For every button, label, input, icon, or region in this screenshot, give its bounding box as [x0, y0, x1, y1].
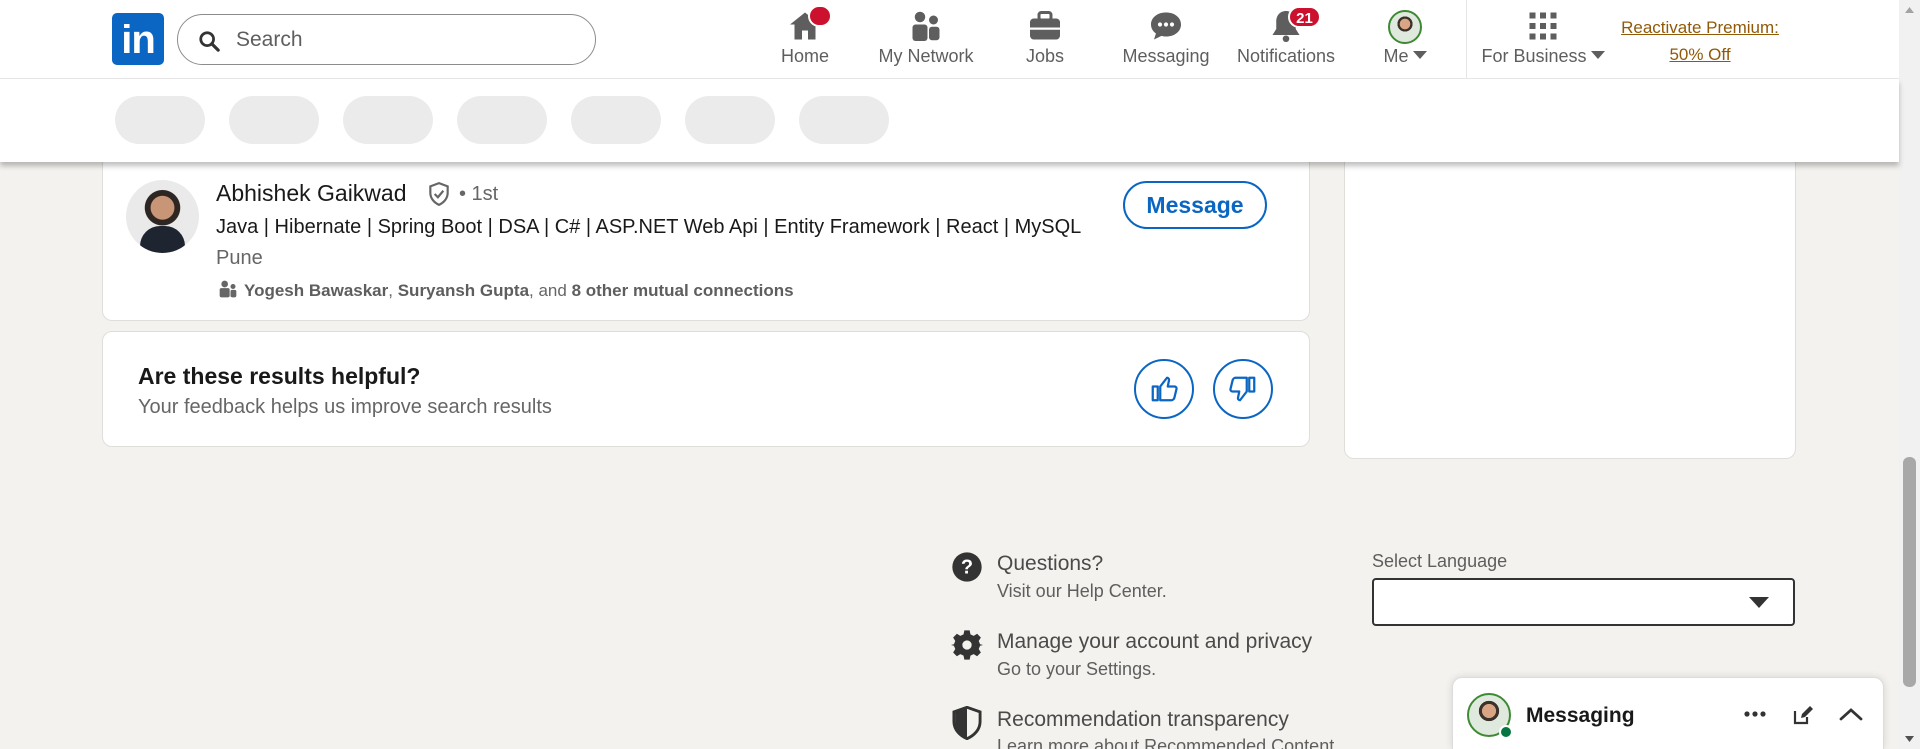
nav-jobs-label: Jobs [1025, 46, 1065, 66]
search-icon [199, 31, 220, 52]
footer-questions-link[interactable]: Questions? [997, 552, 1103, 576]
mutual-name-2[interactable]: Suryansh Gupta [398, 281, 529, 300]
online-status-dot [1499, 725, 1513, 739]
profile-photo[interactable] [126, 180, 199, 253]
footer-recommendation-sub: Learn more about Recommended Content. [997, 736, 1340, 749]
nav-notifications[interactable]: 21 Notifications [1234, 0, 1338, 79]
nav-my-network-label: My Network [878, 46, 974, 66]
search-box[interactable] [177, 14, 596, 65]
result-name[interactable]: Abhishek Gaikwad [216, 180, 407, 207]
nav-home-label: Home [780, 46, 829, 66]
mutual-others[interactable]: 8 other mutual connections [572, 281, 794, 300]
select-language-label: Select Language [1372, 551, 1508, 571]
caret-down-icon [1590, 51, 1605, 59]
filter-pill[interactable] [685, 96, 775, 144]
mutual-sep-1: , [388, 281, 398, 300]
filter-pill[interactable] [457, 96, 547, 144]
verified-shield-icon [429, 182, 449, 207]
language-select[interactable] [1372, 578, 1795, 626]
filter-pill[interactable] [571, 96, 661, 144]
filter-pill[interactable] [799, 96, 889, 144]
scroll-down-arrow-icon[interactable] [1899, 731, 1920, 747]
home-notification-dot [808, 5, 832, 27]
nav-for-business[interactable]: For Business [1480, 0, 1606, 79]
shield-icon [952, 706, 982, 740]
linkedin-logo[interactable]: in [112, 13, 164, 65]
nav-divider [1466, 0, 1467, 79]
right-rail-card [1344, 140, 1796, 459]
feedback-subtitle: Your feedback helps us improve search re… [138, 396, 552, 418]
nav-my-network[interactable]: My Network [870, 0, 982, 79]
message-button[interactable]: Message [1123, 181, 1267, 229]
nav-messaging[interactable]: Messaging [1118, 0, 1214, 79]
gear-icon [951, 630, 983, 660]
messaging-dock[interactable]: Messaging [1452, 677, 1884, 749]
search-input[interactable] [236, 26, 576, 54]
nav-messaging-label: Messaging [1122, 46, 1210, 66]
premium-line-2: 50% Off [1669, 45, 1731, 64]
chevron-down-icon [1749, 597, 1769, 608]
svg-text:?: ? [961, 557, 973, 579]
reactivate-premium-link[interactable]: Reactivate Premium: 50% Off [1608, 14, 1792, 68]
caret-down-icon [1412, 51, 1427, 59]
mutual-sep-2: , and [529, 281, 572, 300]
mutual-name-1[interactable]: Yogesh Bawaskar [244, 281, 388, 300]
nav-home[interactable]: Home [770, 0, 840, 79]
notifications-badge: 21 [1288, 6, 1321, 28]
question-icon: ? [952, 552, 982, 582]
nav-me[interactable]: Me [1372, 0, 1438, 79]
nav-jobs[interactable]: Jobs [1010, 0, 1080, 79]
nav-me-label: Me [1383, 46, 1409, 66]
me-avatar [1388, 10, 1422, 44]
thumbs-up-button[interactable] [1134, 359, 1194, 419]
search-filter-bar [0, 79, 1899, 162]
thumbs-up-icon [1151, 376, 1178, 402]
network-icon [912, 11, 940, 41]
nav-notifications-label: Notifications [1236, 46, 1336, 66]
filter-pill[interactable] [115, 96, 205, 144]
grid-icon [1529, 12, 1557, 40]
footer-questions-sub: Visit our Help Center. [997, 581, 1167, 601]
messaging-icon [1151, 12, 1181, 40]
messaging-dock-title: Messaging [1526, 704, 1635, 727]
scroll-up-arrow-icon[interactable] [1899, 2, 1920, 18]
thumbs-down-button[interactable] [1213, 359, 1273, 419]
footer-account-privacy-link[interactable]: Manage your account and privacy [997, 630, 1312, 654]
nav-for-business-label: For Business [1481, 46, 1587, 66]
premium-line-1: Reactivate Premium: [1621, 18, 1779, 37]
scrollbar-thumb[interactable] [1903, 457, 1916, 687]
mutual-connections[interactable]: Yogesh Bawaskar, Suryansh Gupta, and 8 o… [218, 279, 794, 301]
feedback-title: Are these results helpful? [138, 363, 421, 389]
connection-degree: • 1st [459, 183, 499, 205]
thumbs-down-icon [1229, 376, 1256, 402]
people-icon [219, 280, 237, 298]
chevron-up-icon[interactable] [1839, 706, 1863, 722]
footer-recommendation-link[interactable]: Recommendation transparency [997, 708, 1289, 732]
footer-account-privacy-sub: Go to your Settings. [997, 659, 1157, 679]
filter-pill[interactable] [229, 96, 319, 144]
more-options-icon[interactable] [1743, 710, 1767, 718]
compose-icon[interactable] [1791, 703, 1815, 727]
result-headline: Java | Hibernate | Spring Boot | DSA | C… [216, 216, 1082, 238]
filter-pill[interactable] [343, 96, 433, 144]
result-location: Pune [216, 247, 263, 269]
briefcase-icon [1030, 11, 1060, 40]
global-nav: in Home My Network Jobs Messaging 21 Not… [0, 0, 1899, 79]
